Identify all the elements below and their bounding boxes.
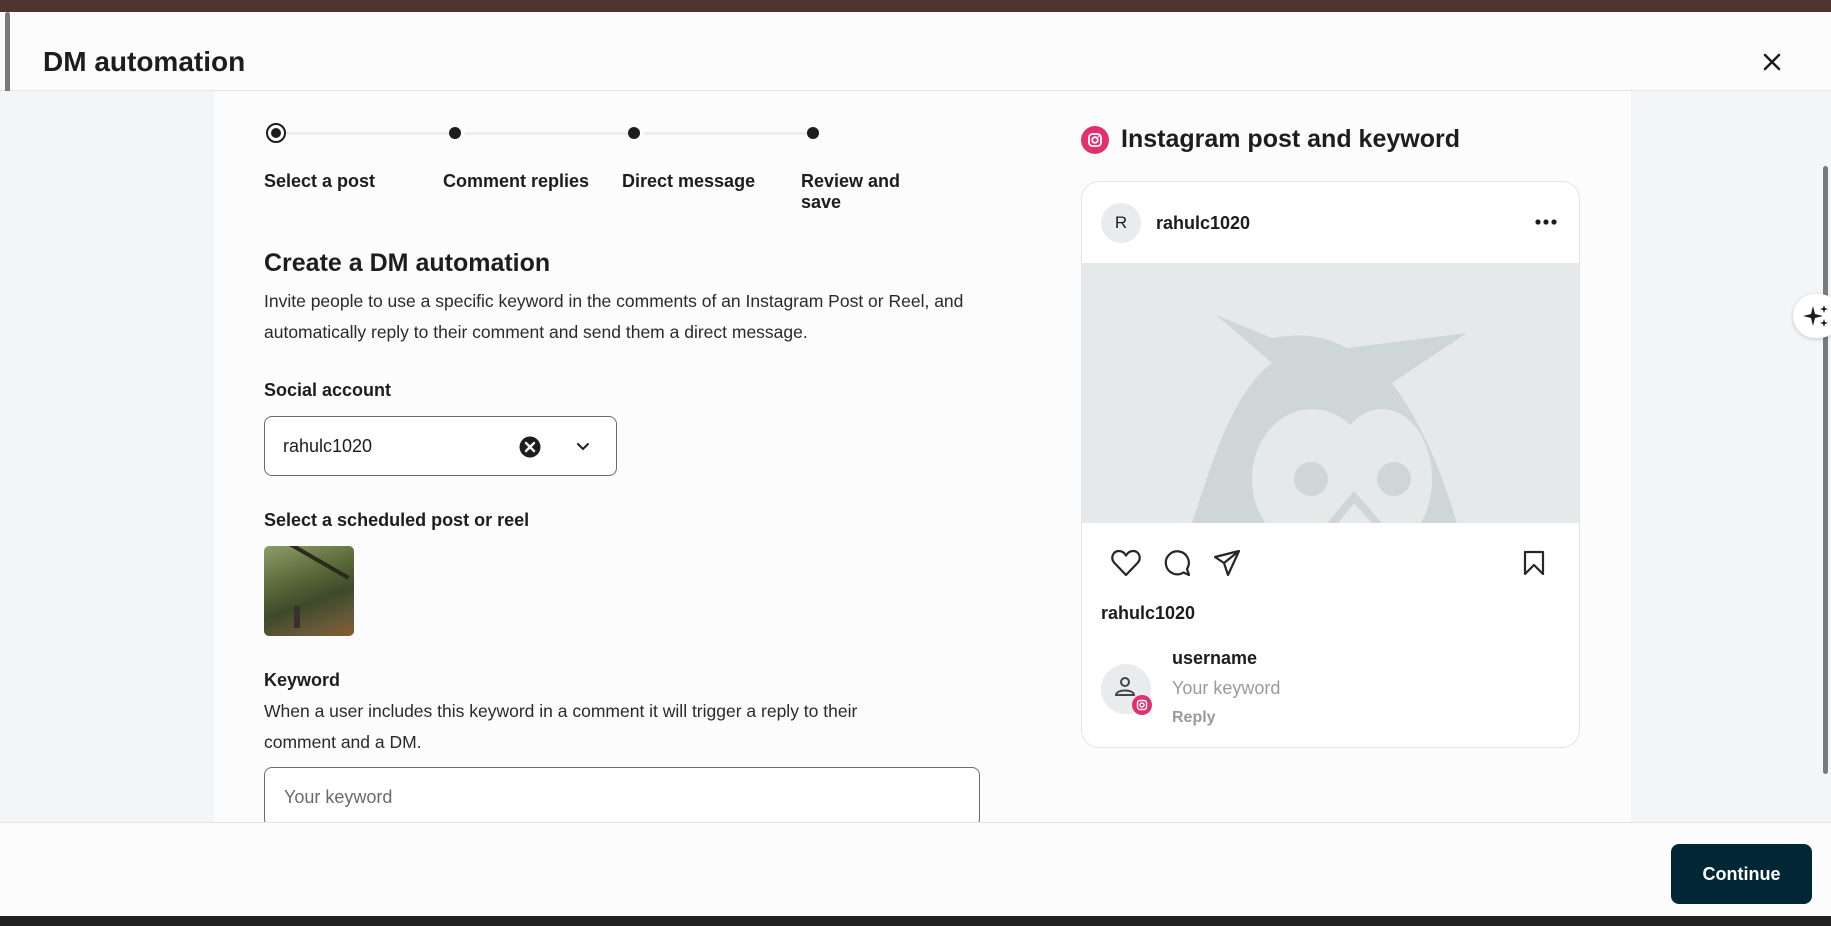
form-description: Invite people to use a specific keyword … (264, 291, 964, 342)
modal-footer: Continue (0, 822, 1831, 916)
modal-body: Select a post Comment replies Direct mes… (0, 91, 1831, 822)
send-icon[interactable] (1213, 549, 1241, 577)
comment-text: Your keyword (1172, 678, 1281, 698)
modal-title: DM automation (43, 46, 246, 77)
step-connector (286, 132, 449, 135)
keyword-help: When a user includes this keyword in a c… (264, 701, 858, 752)
bookmark-icon[interactable] (1522, 550, 1546, 576)
form-heading: Create a DM automation (264, 249, 551, 277)
step-indicator[interactable] (449, 127, 461, 139)
modal-header: DM automation (0, 12, 1831, 91)
continue-button[interactable]: Continue (1671, 844, 1812, 904)
step-label-review-save: Review and save (801, 171, 901, 212)
right-scrollbar[interactable] (1823, 166, 1828, 774)
social-account-select[interactable]: rahulc1020 (264, 416, 617, 476)
keyword-input[interactable]: Your keyword (264, 767, 980, 822)
post-account-name: rahulc1020 (1156, 213, 1251, 233)
chevron-down-icon[interactable] (576, 441, 590, 453)
post-image-placeholder (1082, 263, 1579, 523)
preview-title: Instagram post and keyword (1121, 125, 1460, 153)
main-panel: Select a post Comment replies Direct mes… (214, 91, 1631, 822)
commenter-avatar (1101, 664, 1152, 715)
more-icon[interactable] (1534, 218, 1558, 226)
ai-assistant-button[interactable] (1793, 294, 1831, 338)
post-select-label: Select a scheduled post or reel (264, 510, 530, 530)
browser-top-bar (0, 0, 1831, 12)
step-label-comment-replies: Comment replies (443, 171, 590, 191)
avatar: R (1101, 203, 1141, 243)
keyword-label: Keyword (264, 670, 341, 690)
social-account-value: rahulc1020 (283, 436, 373, 456)
instagram-post-preview: R rahulc1020 rahulc1020 username Your ke… (1081, 181, 1580, 748)
social-account-label: Social account (264, 380, 392, 400)
clear-icon[interactable] (519, 436, 541, 458)
instagram-badge-icon (1132, 695, 1152, 715)
heart-icon[interactable] (1111, 549, 1141, 577)
step-connector (644, 132, 807, 135)
step-label-direct-message: Direct message (622, 171, 756, 191)
instagram-icon (1081, 126, 1109, 154)
step-connector (465, 132, 628, 135)
comment-username: username (1172, 648, 1258, 668)
close-icon[interactable] (1758, 48, 1786, 76)
step-label-select-post: Select a post (264, 171, 376, 191)
step-current-indicator[interactable] (266, 123, 286, 143)
comment-icon[interactable] (1163, 549, 1191, 577)
caption-username: rahulc1020 (1101, 603, 1196, 623)
sparkle-icon (1803, 305, 1828, 327)
step-indicator[interactable] (628, 127, 640, 139)
post-thumbnail[interactable] (264, 546, 354, 636)
stepper: Select a post Comment replies Direct mes… (214, 91, 914, 212)
reply-link[interactable]: Reply (1172, 709, 1216, 727)
step-indicator[interactable] (807, 127, 819, 139)
taskbar-edge (0, 916, 1831, 926)
